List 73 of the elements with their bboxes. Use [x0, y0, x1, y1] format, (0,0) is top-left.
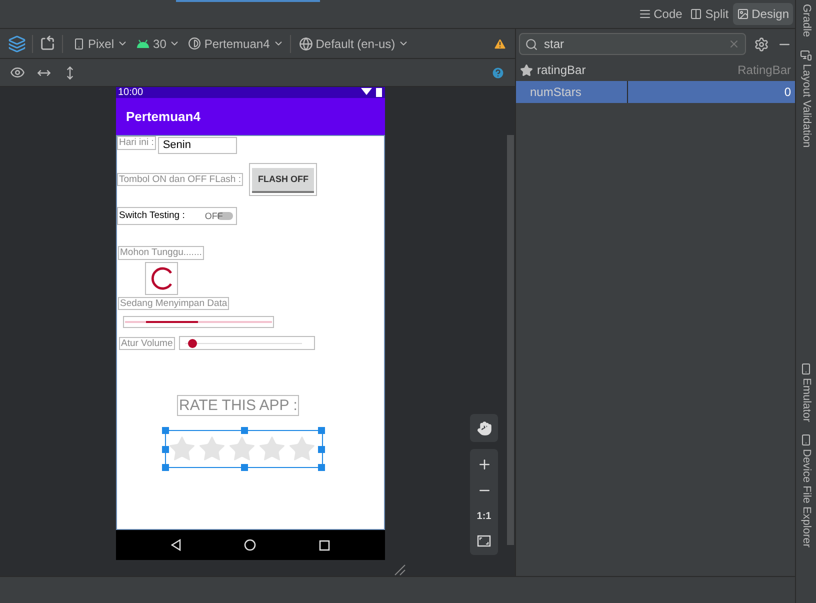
home-icon[interactable]	[244, 539, 256, 551]
zoom-in-icon[interactable]	[476, 456, 492, 472]
view-mode-icon	[638, 8, 651, 20]
resize-handle[interactable]	[162, 464, 169, 472]
settings-icon[interactable]	[754, 36, 769, 52]
tool-icon	[800, 434, 812, 446]
slider-thumb[interactable]	[188, 338, 198, 348]
star-icon	[520, 64, 533, 76]
view-mode-icon	[690, 8, 702, 20]
saving-label: Sedang Menyimpan Data	[118, 296, 230, 310]
phone-icon	[73, 38, 85, 50]
scrollbar[interactable]	[507, 135, 514, 545]
day-field[interactable]: Senin	[158, 137, 237, 154]
view-mode-icon	[736, 8, 749, 20]
resize-handle[interactable]	[241, 427, 248, 434]
rate-label: RATE THIS APP :	[177, 395, 300, 416]
resize-handle[interactable]	[241, 464, 248, 472]
view-mode-tab[interactable]: Code	[634, 3, 686, 25]
api-dropdown[interactable]: 30	[136, 34, 180, 52]
resize-handle[interactable]	[162, 427, 169, 434]
switch-text: OFF	[204, 210, 223, 222]
tool-window-tab[interactable]: Device File Explorer	[800, 434, 812, 548]
resize-corner-icon[interactable]	[394, 564, 406, 576]
rotate-icon[interactable]	[39, 35, 56, 52]
resize-handle[interactable]	[318, 446, 325, 454]
attribute-group-row[interactable]: ratingBar RatingBar	[516, 59, 795, 81]
back-icon[interactable]	[171, 539, 182, 551]
resize-handle[interactable]	[318, 427, 325, 434]
app-title: Pertemuan4	[126, 108, 200, 126]
status-time: 10:00	[118, 88, 144, 98]
tool-window-tab[interactable]: Layout Validation	[800, 49, 812, 148]
flash-button[interactable]: FLASH OFF	[252, 168, 314, 194]
device-dropdown[interactable]: Pixel	[73, 34, 128, 52]
attribute-group-name: ratingBar	[537, 62, 586, 79]
progress-spinner	[148, 265, 174, 292]
tool-icon	[800, 49, 812, 62]
theme-dropdown[interactable]: Pertemuan4	[188, 34, 284, 52]
resize-handle[interactable]	[162, 446, 169, 454]
view-mode-tab[interactable]: Split	[686, 3, 733, 25]
day-label: Hari ini :	[117, 136, 156, 150]
attribute-row[interactable]: numStars 0	[516, 81, 795, 103]
theme-icon	[188, 37, 202, 50]
warning-icon[interactable]	[493, 36, 507, 50]
switch[interactable]: OFF	[204, 210, 233, 223]
android-icon	[136, 38, 150, 48]
fit-screen-icon[interactable]	[477, 535, 491, 548]
recents-icon[interactable]	[318, 540, 330, 550]
attribute-group-type: RatingBar	[738, 62, 791, 79]
layers-icon[interactable]	[8, 34, 26, 52]
globe-icon	[298, 36, 313, 50]
search-box[interactable]: star	[519, 33, 746, 55]
view-mode-tab[interactable]: Design	[732, 3, 793, 25]
search-icon	[525, 38, 538, 50]
flash-label: Tombol ON dan OFF FLash :	[117, 172, 243, 186]
attribute-name: numStars	[516, 81, 628, 103]
attribute-value[interactable]: 0	[628, 83, 795, 101]
volume-label: Atur Volume	[119, 336, 175, 350]
wait-label: Mohon Tunggu.......	[118, 246, 204, 260]
actual-size-button[interactable]: 1:1	[476, 509, 492, 524]
pan-button[interactable]	[470, 414, 498, 442]
locale-dropdown[interactable]: Default (en-us)	[298, 34, 410, 52]
search-field[interactable]: star	[544, 35, 722, 53]
tool-icon	[800, 362, 812, 375]
status-icons	[361, 88, 383, 97]
tool-window-tab[interactable]: Emulator	[800, 362, 812, 422]
hand-icon	[476, 420, 492, 436]
resize-handle[interactable]	[318, 464, 325, 472]
tool-window-tab[interactable]: Gradle	[800, 4, 812, 38]
switch-label: Switch Testing :	[119, 209, 185, 224]
eye-icon[interactable]	[10, 65, 25, 80]
rating-bar[interactable]	[165, 430, 323, 468]
help-icon[interactable]	[491, 66, 505, 80]
clear-icon[interactable]	[728, 38, 740, 50]
